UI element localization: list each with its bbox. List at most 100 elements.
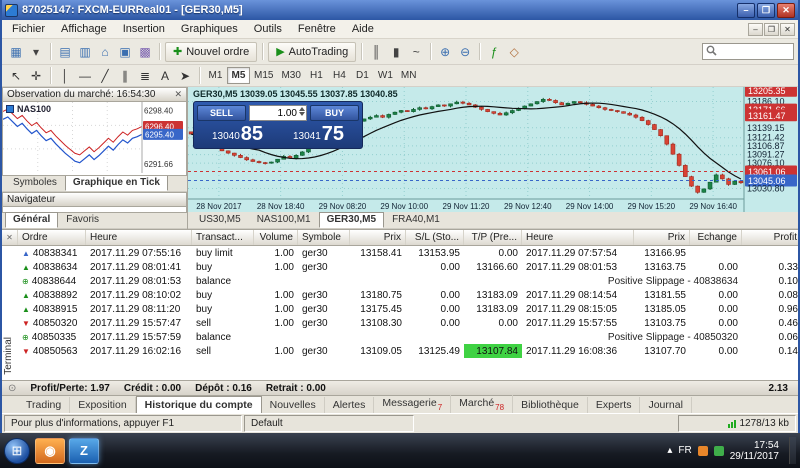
zoom-out-button[interactable]: ⊖ (455, 42, 475, 61)
column-header-t-p-pre-[interactable]: T/P (Pre... (464, 230, 522, 245)
timeframe-m1[interactable]: M1 (204, 67, 227, 84)
fibonacci-button[interactable]: ≣ (135, 66, 155, 85)
column-header-volume[interactable]: Volume (254, 230, 298, 245)
search-input[interactable] (720, 46, 790, 57)
spinner-up-icon[interactable] (299, 107, 305, 111)
terminal-button[interactable]: ▣ (115, 42, 135, 61)
strategy-tester-button[interactable]: ▩ (135, 42, 155, 61)
column-header-heure[interactable]: Heure (86, 230, 192, 245)
new-order-button[interactable]: ✚ Nouvel ordre (165, 41, 258, 62)
timeframe-d1[interactable]: D1 (351, 67, 374, 84)
close-button[interactable]: ✕ (777, 2, 795, 18)
horizontal-line-button[interactable]: ― (75, 66, 95, 85)
title-bar[interactable]: 87025147: FXCM-EURReal01 - [GER30,M5] – ❐… (2, 0, 798, 20)
table-row[interactable]: ⊕ 40850335 2017.11.29 15:57:59 balance Posit… (2, 330, 798, 344)
trendline-button[interactable]: ╱ (95, 66, 115, 85)
table-row[interactable]: ▼ 40850563 2017.11.29 16:02:16 sell 1.00 ger3… (2, 344, 798, 358)
hidden-icons-button[interactable]: ▴ (667, 445, 672, 456)
column-header-transact-[interactable]: Transact... (192, 230, 254, 245)
buy-price[interactable]: 13041 75 (278, 123, 359, 145)
table-row[interactable]: ▲ 40838892 2017.11.29 08:10:02 buy 1.00 ger30… (2, 288, 798, 302)
nav-tab-g-n-ral[interactable]: Général (5, 212, 59, 228)
volume-input[interactable]: 1.00 (249, 105, 307, 121)
menu-affichage[interactable]: Affichage (53, 21, 115, 37)
line-chart-button[interactable]: ~ (406, 42, 426, 61)
symbol-search[interactable] (702, 43, 794, 60)
column-header-symbole[interactable]: Symbole (298, 230, 350, 245)
column-header-profit[interactable]: Profit (742, 230, 800, 245)
table-row[interactable]: ▲ 40838634 2017.11.29 08:01:41 buy 1.00 ger30… (2, 260, 798, 274)
sell-price[interactable]: 13040 85 (197, 123, 278, 145)
start-button[interactable]: ⊞ (4, 437, 30, 464)
market-watch-caption[interactable]: Observation du marché: 16:54:30 ✕ (2, 87, 187, 102)
data-window-button[interactable]: ▥ (75, 42, 95, 61)
spinner-down-icon[interactable] (299, 112, 305, 116)
chart-tab-nas100-m1[interactable]: NAS100,M1 (249, 212, 319, 228)
table-row[interactable]: ▲ 40838341 2017.11.29 07:55:16 buy limit 1.0… (2, 246, 798, 260)
taskbar-clock[interactable]: 17:54 29/11/2017 (730, 440, 781, 462)
show-desktop-button[interactable] (789, 437, 796, 464)
terminal-tab-messagerie[interactable]: Messagerie7 (374, 395, 452, 414)
terminal-tab-experts[interactable]: Experts (588, 396, 641, 413)
timeframe-h4[interactable]: H4 (328, 67, 351, 84)
timeframe-m5[interactable]: M5 (227, 67, 250, 84)
timeframe-h1[interactable]: H1 (305, 67, 328, 84)
new-chart-button[interactable]: ▦ (6, 42, 26, 61)
channel-button[interactable]: ∥ (115, 66, 135, 85)
bar-chart-button[interactable]: ║ (366, 42, 386, 61)
mw-tab-graphique-en-tick[interactable]: Graphique en Tick (64, 175, 168, 191)
menu-aide[interactable]: Aide (344, 21, 382, 37)
mdi-minimize-button[interactable]: – (748, 22, 763, 36)
indicators-button[interactable]: ƒ (484, 42, 504, 61)
arrows-tool-button[interactable]: ➤ (175, 66, 195, 85)
mw-tab-symboles[interactable]: Symboles (5, 175, 65, 191)
terminal-tab-journal[interactable]: Journal (640, 396, 692, 413)
maximize-button[interactable]: ❐ (757, 2, 775, 18)
sell-button[interactable]: SELL (197, 105, 246, 121)
mdi-close-button[interactable]: ✕ (780, 22, 795, 36)
column-header-ordre[interactable]: Ordre (18, 230, 86, 245)
navigator-button[interactable]: ⌂ (95, 42, 115, 61)
market-watch-button[interactable]: ▤ (55, 42, 75, 61)
column-header-prix[interactable]: Prix (634, 230, 690, 245)
timeframe-m30[interactable]: M30 (277, 67, 304, 84)
minimize-button[interactable]: – (737, 2, 755, 18)
terminal-tab-march-[interactable]: Marché78 (451, 395, 514, 414)
terminal-tab-trading[interactable]: Trading (18, 396, 71, 413)
volume-spinner[interactable] (299, 107, 305, 116)
tray-icon-green[interactable] (713, 445, 724, 456)
chart-tab-ger30-m5[interactable]: GER30,M5 (318, 212, 385, 228)
market-watch-close-icon[interactable]: ✕ (174, 89, 182, 100)
cursor-button[interactable]: ↖ (6, 66, 26, 85)
chart-tab-us30-m5[interactable]: US30,M5 (191, 212, 249, 228)
column-header-echange[interactable]: Echange (690, 230, 742, 245)
table-row[interactable]: ⊕ 40838644 2017.11.29 08:01:53 balance Posit… (2, 274, 798, 288)
taskbar-app-orange[interactable]: ◉ (35, 437, 65, 464)
terminal-close-button[interactable]: ✕ (2, 230, 18, 245)
menu-graphiques[interactable]: Graphiques (173, 21, 246, 37)
table-row[interactable]: ▼ 40850320 2017.11.29 15:57:47 sell 1.00 ger3… (2, 316, 798, 330)
zoom-in-button[interactable]: ⊕ (435, 42, 455, 61)
profiles-button[interactable]: ▾ (26, 42, 46, 61)
buy-button[interactable]: BUY (310, 105, 359, 121)
mdi-restore-button[interactable]: ❐ (764, 22, 779, 36)
chart-tab-fra40-m1[interactable]: FRA40,M1 (384, 212, 448, 228)
tick-chart[interactable]: NAS100 6298.40 6296.40 6295.40 6291.66 (2, 102, 187, 176)
language-indicator[interactable]: FR (678, 445, 691, 456)
timeframe-mn[interactable]: MN (397, 67, 421, 84)
candlestick-chart-button[interactable]: ▮ (386, 42, 406, 61)
status-profile[interactable]: Default (244, 415, 414, 432)
taskbar-app-metatrader[interactable]: Z (69, 437, 99, 464)
column-header-heure[interactable]: Heure (522, 230, 634, 245)
timeframe-w1[interactable]: W1 (374, 67, 397, 84)
vertical-line-button[interactable]: │ (55, 66, 75, 85)
timeframe-m15[interactable]: M15 (250, 67, 277, 84)
terminal-tab-exposition[interactable]: Exposition (70, 396, 136, 413)
autotrading-button[interactable]: ▶ AutoTrading (268, 41, 357, 62)
navigator-caption[interactable]: Navigateur (2, 192, 187, 207)
menu-fentre[interactable]: Fenêtre (290, 21, 344, 37)
terminal-tab-nouvelles[interactable]: Nouvelles (262, 396, 325, 413)
objects-button[interactable]: ◇ (504, 42, 524, 61)
nav-tab-favoris[interactable]: Favoris (58, 212, 107, 228)
tray-icon-orange[interactable] (697, 445, 708, 456)
